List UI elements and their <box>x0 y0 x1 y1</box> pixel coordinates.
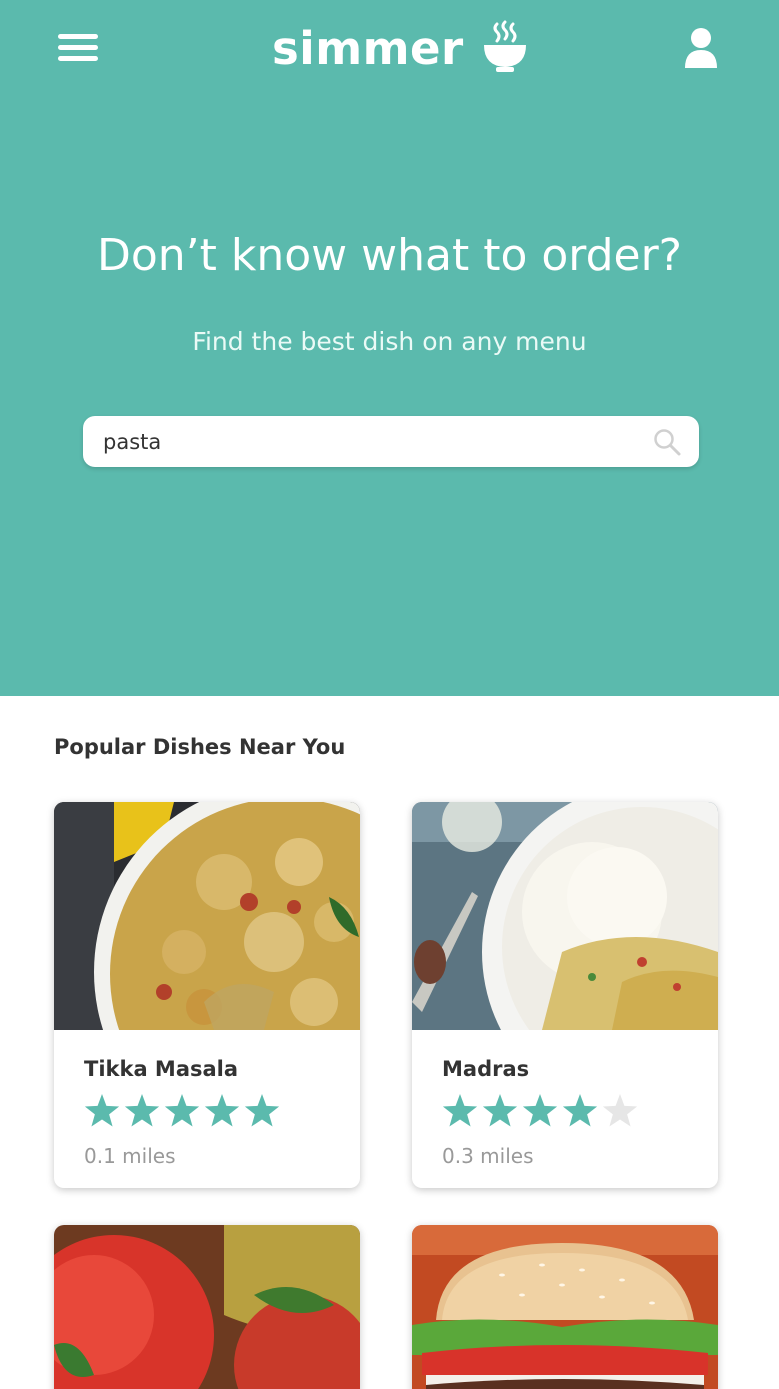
hero-subtitle: Find the best dish on any menu <box>192 327 587 356</box>
star-empty-icon <box>602 1094 638 1127</box>
dish-distance: 0.3 miles <box>442 1144 534 1168</box>
dish-distance: 0.1 miles <box>84 1144 176 1168</box>
star-rating <box>84 1094 280 1127</box>
star-filled-icon <box>204 1094 240 1127</box>
section-title: Popular Dishes Near You <box>54 735 346 759</box>
steaming-bowl-icon <box>483 20 526 72</box>
app-logo[interactable]: simmer <box>272 18 528 78</box>
dish-photo <box>54 1225 360 1389</box>
app-name: simmer <box>272 21 464 75</box>
hamburger-menu-icon[interactable] <box>56 30 100 68</box>
dish-photo <box>54 802 360 1030</box>
hero-banner: simmer Don’t know what to order? Find th… <box>0 0 779 696</box>
star-rating <box>442 1094 638 1127</box>
star-filled-icon <box>562 1094 598 1127</box>
search-box <box>83 416 699 467</box>
star-filled-icon <box>482 1094 518 1127</box>
user-profile-icon[interactable] <box>682 26 720 70</box>
dish-photo <box>412 1225 718 1389</box>
dish-name: Tikka Masala <box>84 1057 239 1081</box>
star-filled-icon <box>124 1094 160 1127</box>
hero-title: Don’t know what to order? <box>96 230 683 281</box>
dish-card[interactable] <box>54 1225 360 1389</box>
dish-card[interactable]: Madras 0.3 miles <box>412 802 718 1188</box>
dish-photo <box>412 802 718 1030</box>
dish-name: Madras <box>442 1057 530 1081</box>
star-filled-icon <box>84 1094 120 1127</box>
dish-card[interactable] <box>412 1225 718 1389</box>
star-filled-icon <box>442 1094 478 1127</box>
star-filled-icon <box>164 1094 200 1127</box>
star-filled-icon <box>522 1094 558 1127</box>
search-input[interactable] <box>103 416 643 467</box>
magnifier-icon[interactable] <box>652 427 682 457</box>
star-filled-icon <box>244 1094 280 1127</box>
dish-card[interactable]: Tikka Masala 0.1 miles <box>54 802 360 1188</box>
